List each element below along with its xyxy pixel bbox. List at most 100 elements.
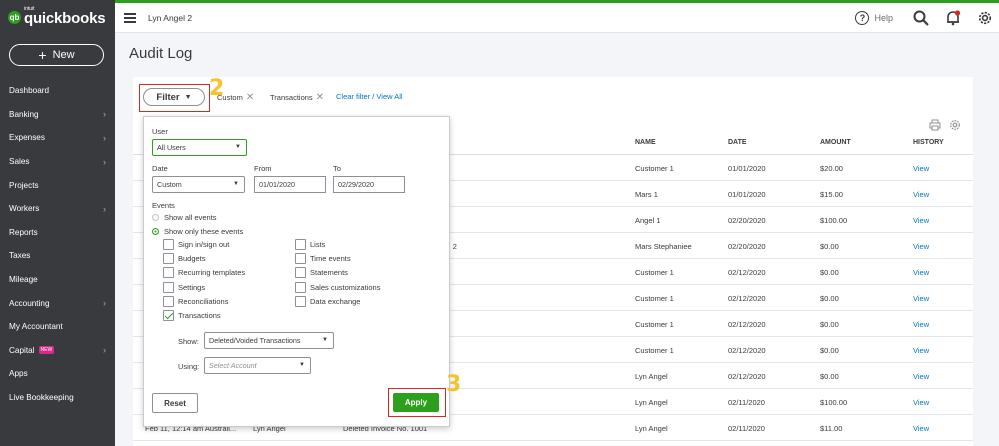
sidebar-item-taxes[interactable]: Taxes: [0, 244, 115, 268]
sidebar-item-my-accountant[interactable]: My Accountant: [0, 315, 115, 339]
cell-date: 01/01/2020: [728, 164, 766, 173]
checkbox-recurring-templates[interactable]: Recurring templates: [163, 267, 245, 279]
checkbox-sales-customizations[interactable]: Sales customizations: [295, 281, 380, 293]
cell-history-view-link[interactable]: View: [913, 320, 929, 329]
reset-button[interactable]: Reset: [152, 393, 198, 413]
to-date-input[interactable]: 02/29/2020: [333, 176, 405, 193]
checkbox-label: Time events: [310, 254, 351, 264]
sidebar-item-label: Reports: [9, 227, 38, 237]
cell-amount: $100.00: [820, 216, 848, 225]
checkbox-settings[interactable]: Settings: [163, 281, 206, 293]
sidebar-item-accounting[interactable]: Accounting ›: [0, 291, 115, 315]
chevron-right-icon: ›: [103, 298, 106, 309]
checkbox-reconciliations[interactable]: Reconciliations: [163, 295, 229, 307]
checkbox-icon: [295, 281, 306, 293]
sidebar-item-dashboard[interactable]: Dashboard: [0, 79, 115, 103]
new-badge: NEW: [38, 346, 55, 355]
cell-history-view-link[interactable]: View: [913, 216, 929, 225]
date-select[interactable]: Custom ▼: [152, 176, 245, 193]
radio-label: Show all events: [164, 213, 217, 222]
cell-date: 02/12/2020: [728, 346, 766, 355]
cell-history-view-link[interactable]: View: [913, 424, 929, 433]
checkbox-label: Sign in/sign out: [178, 240, 230, 249]
cell-date: 02/11/2020: [728, 424, 765, 433]
new-button[interactable]: + New: [9, 44, 104, 66]
close-icon[interactable]: ✕: [246, 92, 254, 103]
sidebar-item-live-bookkeeping[interactable]: Live Bookkeeping: [0, 386, 115, 410]
header-date[interactable]: DATE: [728, 139, 747, 146]
sidebar-item-expenses[interactable]: Expenses ›: [0, 126, 115, 150]
sidebar-item-label: Taxes: [9, 251, 31, 261]
sidebar-item-reports[interactable]: Reports: [0, 221, 115, 245]
cell-amount: $0.00: [820, 372, 839, 381]
checkbox-checked-icon: [163, 310, 174, 321]
hamburger-menu-icon[interactable]: [124, 12, 136, 23]
filter-bar: Filter ▼ Custom ✕ Transactions ✕ Clear f…: [133, 77, 973, 117]
chevron-right-icon: ›: [103, 203, 106, 214]
checkbox-statements[interactable]: Statements: [295, 267, 348, 279]
sidebar-item-sales[interactable]: Sales ›: [0, 150, 115, 174]
checkbox-lists[interactable]: Lists: [295, 239, 325, 250]
radio-show-only-events[interactable]: Show only these events: [152, 227, 243, 236]
checkbox-data-exchange[interactable]: Data exchange: [295, 295, 360, 307]
cell-history-view-link[interactable]: View: [913, 242, 929, 251]
checkbox-icon: [163, 239, 174, 250]
cell-history-view-link[interactable]: View: [913, 372, 929, 381]
sidebar-item-label: My Accountant: [9, 322, 63, 332]
checkbox-icon: [295, 253, 306, 265]
close-icon[interactable]: ✕: [316, 92, 324, 103]
sidebar-item-apps[interactable]: Apps: [0, 362, 115, 386]
radio-show-all-events[interactable]: Show all events: [152, 213, 217, 222]
checkbox-icon: [163, 281, 174, 293]
new-button-label: New: [52, 49, 75, 61]
from-date-input[interactable]: 01/01/2020: [254, 176, 326, 193]
cell-history-view-link[interactable]: View: [913, 190, 929, 199]
help-button[interactable]: ? Help: [855, 11, 893, 25]
cell-history-view-link[interactable]: View: [913, 294, 929, 303]
user-select[interactable]: All Users ▼: [152, 139, 247, 156]
cell-history-view-link[interactable]: View: [913, 268, 929, 277]
checkbox-label: Lists: [310, 240, 326, 249]
cell-name: Customer 1: [635, 164, 674, 173]
checkbox-icon: [163, 253, 174, 265]
settings-gear-icon[interactable]: [977, 10, 993, 26]
checkbox-icon: [163, 267, 174, 279]
checkbox-icon: [295, 295, 306, 307]
checkbox-label: Settings: [178, 282, 206, 292]
checkbox-transactions[interactable]: Transactions: [163, 310, 221, 321]
header-name[interactable]: NAME: [635, 139, 656, 146]
cell-date: 02/11/2020: [728, 398, 765, 407]
cell-history-view-link[interactable]: View: [913, 164, 929, 173]
date-label: Date: [152, 164, 168, 173]
checkbox-sign-in-sign-out[interactable]: Sign in/sign out: [163, 239, 229, 250]
chevron-right-icon: ›: [103, 156, 106, 167]
header-history[interactable]: HISTORY: [913, 139, 944, 146]
logo-text: quickbooks: [24, 9, 106, 27]
clear-filter-link[interactable]: Clear filter / View All: [336, 92, 403, 101]
notification-bell-icon[interactable]: [945, 10, 961, 26]
sidebar-item-workers[interactable]: Workers ›: [0, 197, 115, 221]
cell-history-view-link[interactable]: View: [913, 398, 929, 407]
checkbox-budgets[interactable]: Budgets: [163, 253, 206, 265]
quickbooks-logo[interactable]: qb intuit quickbooks: [0, 0, 115, 34]
sidebar-item-projects[interactable]: Projects: [0, 173, 115, 197]
cell-name: Customer 1: [635, 268, 674, 277]
sidebar-item-banking[interactable]: Banking ›: [0, 103, 115, 127]
sidebar-item-capital[interactable]: Capital NEW ›: [0, 339, 115, 363]
header-amount[interactable]: AMOUNT: [820, 139, 851, 146]
caret-down-icon: ▼: [233, 181, 239, 187]
filter-panel: User All Users ▼ Date Custom ▼ From 01/0…: [143, 116, 450, 427]
show-select[interactable]: Deleted/Voided Transactions ▼: [204, 332, 334, 349]
cell-date: 02/12/2020: [728, 268, 766, 277]
user-select-value: All Users: [157, 143, 186, 152]
cell-date: 02/12/2020: [728, 320, 766, 329]
checkbox-time-events[interactable]: Time events: [295, 253, 351, 265]
cell-name: Lyn Angel: [635, 424, 668, 433]
sidebar-item-mileage[interactable]: Mileage: [0, 268, 115, 292]
cell-history-view-link[interactable]: View: [913, 346, 929, 355]
using-account-select[interactable]: Select Account ▼: [204, 357, 311, 374]
chevron-right-icon: ›: [103, 345, 106, 356]
top-bar: Lyn Angel 2 ? Help: [115, 0, 999, 33]
search-icon[interactable]: [913, 10, 929, 26]
checkbox-label: Reconciliations: [178, 296, 229, 306]
